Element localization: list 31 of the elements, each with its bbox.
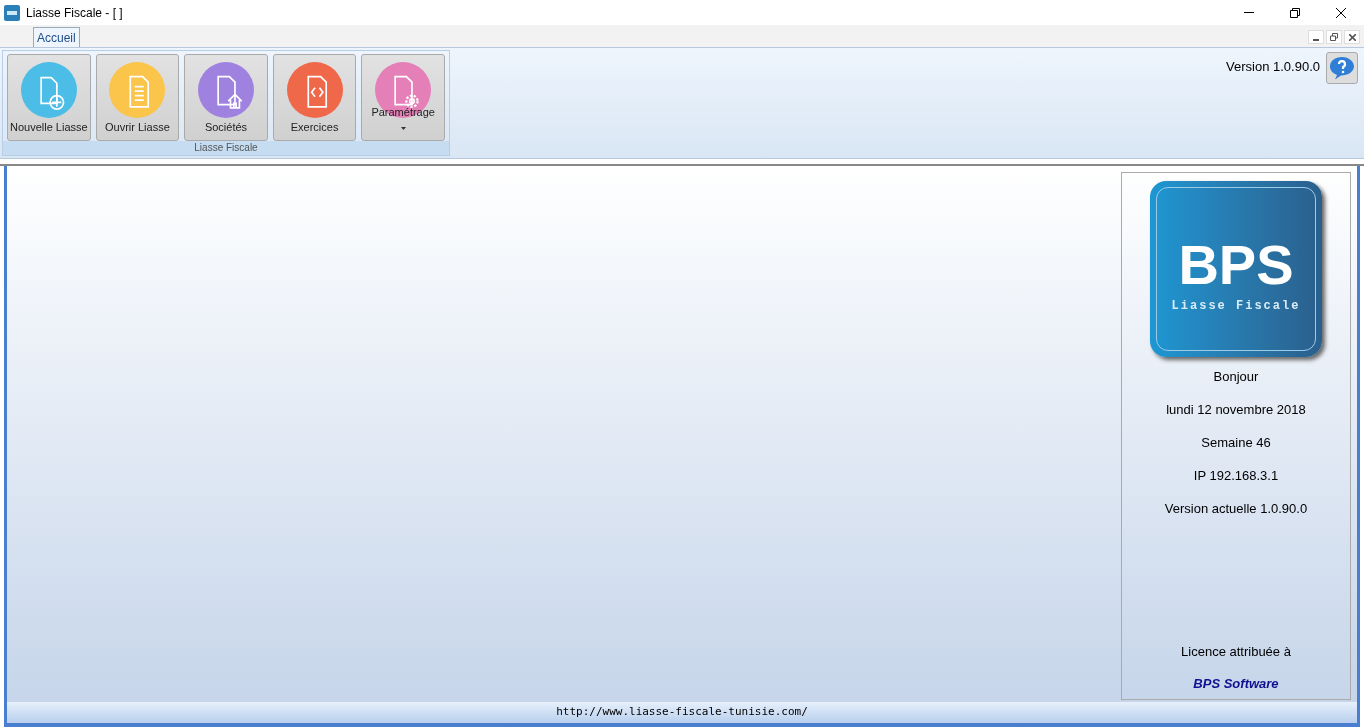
restore-icon bbox=[1330, 33, 1338, 41]
mdi-minimize-button[interactable] bbox=[1308, 30, 1324, 44]
version-label: Version 1.0.90.0 bbox=[1226, 58, 1320, 76]
info-text: Semaine 46 bbox=[1201, 434, 1271, 452]
logo-title: BPS bbox=[1178, 237, 1294, 293]
mdi-restore-button[interactable] bbox=[1326, 30, 1342, 44]
help-bubble-icon bbox=[1329, 56, 1355, 80]
info-text: IP 192.168.3.1 bbox=[1193, 467, 1279, 485]
ribbon-button[interactable]: Exercices bbox=[272, 54, 357, 141]
licensee-name: BPS Software bbox=[1193, 674, 1279, 693]
info-text: Version actuelle 1.0.90.0 bbox=[1164, 500, 1308, 518]
ribbon-button[interactable]: Ouvrir Liasse bbox=[95, 54, 180, 141]
close-icon bbox=[1348, 33, 1356, 41]
close-icon bbox=[1336, 7, 1346, 18]
info-text: lundi 12 novembre 2018 bbox=[1166, 401, 1306, 419]
mdi-close-button[interactable] bbox=[1344, 30, 1360, 44]
help-button[interactable] bbox=[1326, 52, 1358, 84]
restore-icon bbox=[1290, 7, 1300, 18]
website-url: http://www.liasse-fiscale-tunisie.com/ bbox=[556, 704, 808, 721]
minimize-icon bbox=[1313, 39, 1319, 41]
ribbon-group-label: Liasse Fiscale bbox=[3, 141, 449, 155]
ribbon-button[interactable]: Sociétés bbox=[184, 54, 268, 141]
info-text: Bonjour bbox=[1213, 368, 1259, 386]
ribbon-tab[interactable]: Accueil bbox=[33, 27, 80, 47]
ribbon-button[interactable]: Nouvelle Liasse bbox=[7, 54, 91, 141]
app-icon bbox=[4, 4, 20, 21]
logo-subtitle: Liasse Fiscale bbox=[1171, 298, 1301, 315]
minimize-icon bbox=[1244, 12, 1254, 13]
dropdown-button[interactable]: Paramétrage bbox=[361, 54, 445, 141]
licence-label: Licence attribuée à bbox=[1181, 643, 1291, 661]
window-title: Liasse Fiscale - [ ] bbox=[26, 4, 123, 22]
